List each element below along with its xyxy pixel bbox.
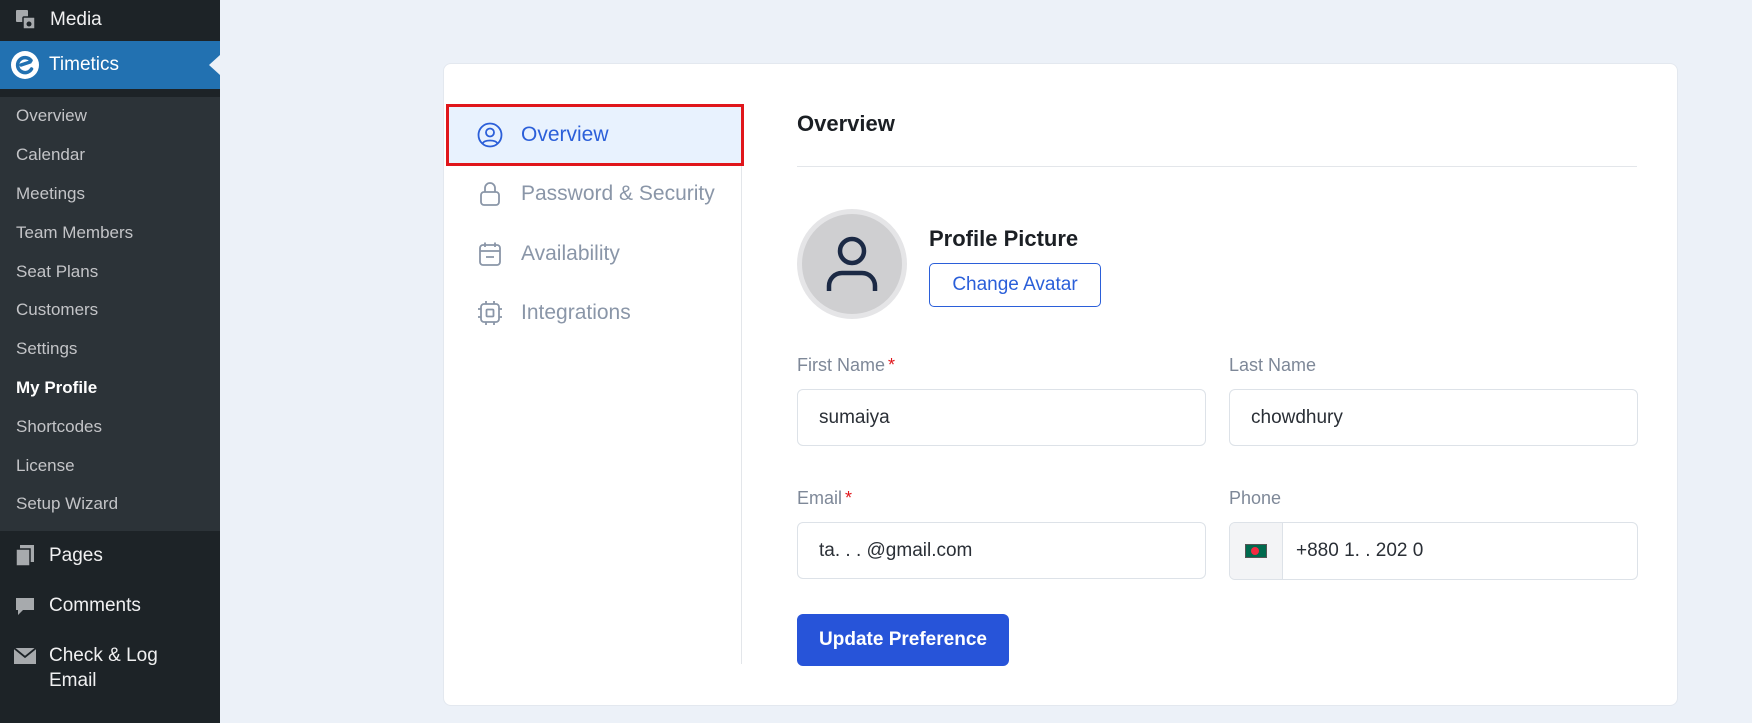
email-field[interactable]: ta. . . @gmail.com (797, 522, 1206, 579)
profile-tabs: Overview Password & Security Availabilit… (444, 104, 744, 664)
required-asterisk: * (845, 488, 853, 508)
email-label: Email * (797, 488, 852, 509)
sidebar-item-comments[interactable]: Comments (0, 581, 220, 631)
last-name-label: Last Name (1229, 355, 1317, 375)
email-label-text: Email (797, 488, 843, 508)
submenu-item-customers[interactable]: Customers (0, 291, 220, 330)
tab-label: Availability (521, 242, 620, 265)
sidebar-item-label: Check & Log Email (49, 645, 158, 691)
phone-label: Phone (1229, 488, 1282, 508)
submenu-item-team-members[interactable]: Team Members (0, 213, 220, 252)
sidebar-item-label: Media (50, 9, 102, 30)
submenu-item-shortcodes[interactable]: Shortcodes (0, 407, 220, 446)
submenu-item-seat-plans[interactable]: Seat Plans (0, 252, 220, 291)
sidebar-item-label: Pages (49, 545, 103, 566)
submenu-item-license[interactable]: License (0, 446, 220, 485)
sidebar-item-pages[interactable]: Pages (0, 531, 220, 581)
current-menu-arrow (209, 55, 220, 75)
submenu-item-calendar[interactable]: Calendar (0, 136, 220, 175)
tab-label: Password & Security (521, 182, 715, 205)
bangladesh-flag-icon (1245, 544, 1267, 558)
sidebar-bottom-menu: Pages Comments Check & Log Email (0, 531, 220, 705)
tab-overview[interactable]: Overview (446, 104, 744, 166)
submenu-item-my-profile[interactable]: My Profile (0, 369, 220, 408)
chip-icon (476, 299, 504, 327)
submenu-item-settings[interactable]: Settings (0, 330, 220, 369)
sidebar-item-check-log-email[interactable]: Check & Log Email (0, 631, 220, 705)
phone-input[interactable]: +880 1. . 202 0 (1283, 523, 1637, 579)
avatar (797, 209, 907, 319)
first-name-label-text: First Name (797, 355, 886, 375)
submenu-item-meetings[interactable]: Meetings (0, 175, 220, 214)
first-name-label: First Name * (797, 355, 895, 376)
tab-password-security[interactable]: Password & Security (446, 163, 744, 225)
required-asterisk: * (888, 355, 896, 375)
section-divider (797, 166, 1637, 167)
timetics-logo-icon (10, 50, 40, 80)
submenu-item-overview[interactable]: Overview (0, 97, 220, 136)
comments-icon (12, 593, 38, 619)
pages-icon (12, 543, 38, 569)
timetics-submenu: Overview Calendar Meetings Team Members … (0, 97, 220, 531)
change-avatar-button[interactable]: Change Avatar (929, 263, 1101, 307)
first-name-field[interactable]: sumaiya (797, 389, 1206, 446)
media-icon (12, 6, 40, 34)
country-selector[interactable] (1230, 523, 1283, 579)
profile-picture-label: Profile Picture (929, 226, 1079, 251)
sidebar-item-label: Comments (49, 595, 141, 616)
email-icon (12, 643, 38, 669)
section-title: Overview (797, 111, 895, 136)
sidebar-item-label: Timetics (49, 54, 120, 75)
sidebar-item-media[interactable]: Media (0, 0, 220, 40)
calendar-icon (476, 240, 504, 268)
tab-availability[interactable]: Availability (446, 223, 744, 285)
update-preference-button[interactable]: Update Preference (797, 614, 1009, 666)
user-icon (826, 236, 878, 291)
tab-label: Integrations (521, 301, 631, 324)
lock-icon (476, 180, 504, 208)
last-name-field[interactable]: chowdhury (1229, 389, 1638, 446)
profile-card: Overview Password & Security Availabilit… (443, 63, 1678, 706)
tab-integrations[interactable]: Integrations (446, 282, 744, 344)
user-circle-icon (476, 121, 504, 149)
sidebar-item-timetics[interactable]: Timetics (0, 41, 220, 89)
wp-admin-sidebar: Media Timetics Overview Calendar Meeting… (0, 0, 220, 723)
phone-field: +880 1. . 202 0 (1229, 522, 1638, 580)
submenu-item-setup-wizard[interactable]: Setup Wizard (0, 485, 220, 524)
tab-label: Overview (521, 123, 609, 146)
